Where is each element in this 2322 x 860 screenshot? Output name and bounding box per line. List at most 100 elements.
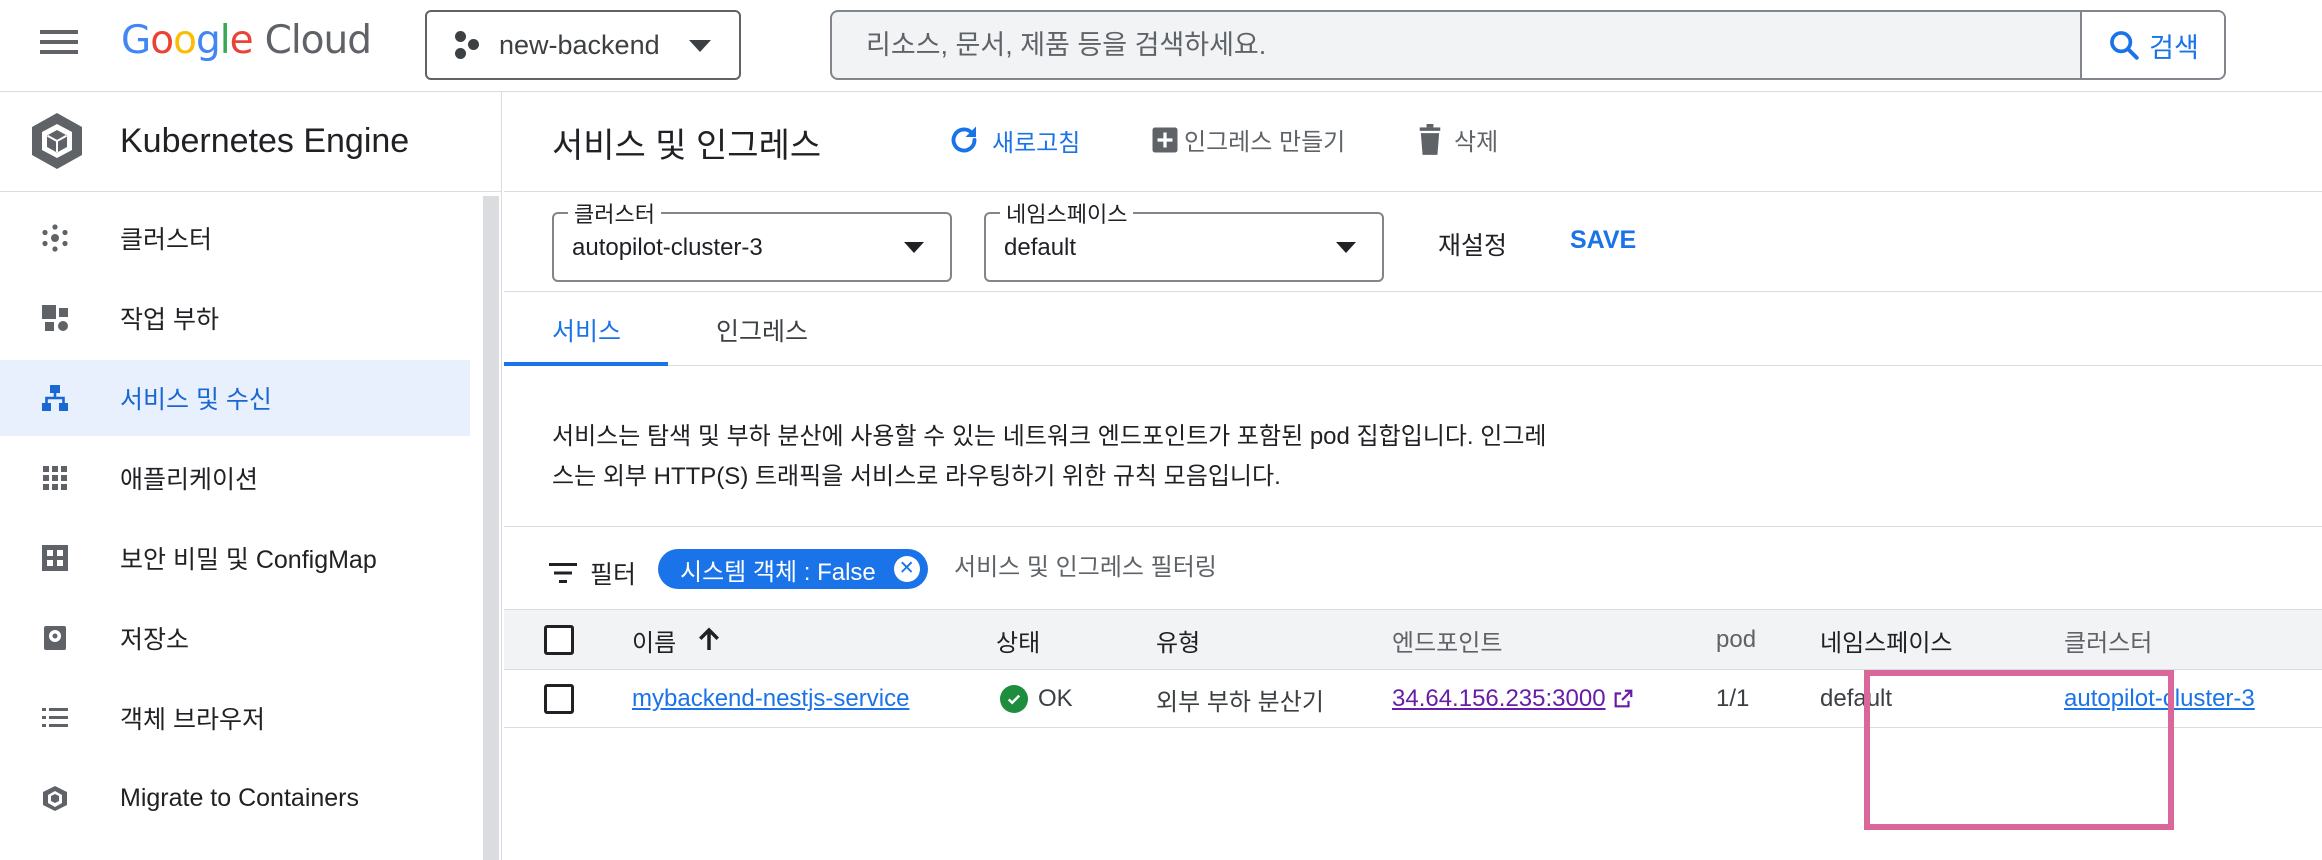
filter-button[interactable]: 필터 [548, 555, 636, 591]
sidebar-title: Kubernetes Engine [120, 122, 410, 160]
table-header: 이름 상태 유형 엔드포인트 pod 네임스페이스 클러스터 [504, 610, 2322, 670]
sidebar-item-label: 클러스터 [120, 226, 213, 254]
namespace-cell: default [1820, 685, 1893, 712]
sidebar-header: Kubernetes Engine [0, 92, 502, 192]
sidebar-item-secrets-configmaps[interactable]: 보안 비밀 및 ConfigMap [0, 520, 470, 596]
sidebar: Kubernetes Engine 클러스터 작업 부하 서비스 및 수신 애플… [0, 92, 502, 860]
reset-button[interactable]: 재설정 [1438, 226, 1507, 262]
column-header-label: 이름 [632, 629, 677, 657]
column-header-cluster: 클러스터 [2064, 629, 2153, 657]
page-header: 서비스 및 인그레스 새로고침 인그레스 만들기 삭제 [504, 92, 2322, 192]
chevron-down-icon [1336, 242, 1356, 253]
cluster-link[interactable]: autopilot-cluster-3 [2064, 685, 2255, 713]
search-button-label: 검색 [2149, 32, 2199, 63]
create-ingress-button[interactable]: 인그레스 만들기 [1150, 122, 1345, 157]
cluster-select[interactable]: 클러스터 autopilot-cluster-3 [552, 197, 952, 282]
status-text: OK [1038, 685, 1073, 712]
search-input[interactable] [832, 12, 2082, 78]
pods-cell: 1/1 [1716, 685, 1750, 712]
tab-bar: 서비스 인그레스 [504, 292, 2322, 366]
arrow-up-icon [699, 627, 720, 650]
filter-icon [549, 563, 577, 583]
row-checkbox[interactable] [544, 684, 574, 714]
column-header-status: 상태 [996, 629, 1041, 657]
sidebar-item-object-browser[interactable]: 객체 브라우저 [0, 680, 470, 756]
storage-icon [44, 626, 66, 650]
search-bar: 검색 [830, 10, 2226, 80]
delete-button[interactable]: 삭제 [1416, 122, 1498, 157]
row-select-cell [544, 670, 574, 728]
trash-icon [1419, 123, 1441, 155]
cluster-select-value: autopilot-cluster-3 [572, 234, 763, 261]
endpoint-text: 34.64.156.235:3000 [1392, 685, 1606, 712]
sidebar-item-storage[interactable]: 저장소 [0, 600, 470, 676]
service-name-link[interactable]: mybackend-nestjs-service [632, 685, 909, 713]
namespace-select-value: default [1004, 234, 1077, 261]
select-all-checkbox[interactable] [544, 625, 574, 655]
column-header-namespace: 네임스페이스 [1820, 629, 1953, 657]
search-button[interactable]: 검색 [2080, 12, 2224, 78]
delete-label: 삭제 [1454, 129, 1499, 156]
tab-ingress[interactable]: 인그레스 [716, 292, 846, 366]
project-picker[interactable]: new-backend [425, 10, 741, 80]
column-header-endpoint: 엔드포인트 [1392, 629, 1503, 657]
tab-services[interactable]: 서비스 [504, 292, 668, 366]
endpoint-link[interactable]: 34.64.156.235:3000 [1392, 685, 1634, 713]
top-bar: GoogleCloud new-backend 검색 [0, 0, 2322, 92]
description-line: 스는 외부 HTTP(S) 트래픽을 서비스로 라우팅하기 위한 규칙 모음입니… [552, 463, 1281, 490]
sidebar-item-label: 작업 부하 [120, 306, 219, 334]
filter-input[interactable] [954, 545, 1654, 591]
endpoint-cell: 34.64.156.235:3000 [1392, 670, 1634, 728]
services-icon [42, 385, 68, 411]
object-browser-icon [42, 708, 68, 727]
sidebar-item-services[interactable]: 서비스 및 수신 [0, 360, 470, 436]
chevron-down-icon [904, 242, 924, 253]
column-header-type: 유형 [1156, 629, 1201, 657]
sidebar-item-clusters[interactable]: 클러스터 [0, 200, 470, 276]
status-cell: OK [1000, 670, 1073, 728]
sidebar-item-label: 객체 브라우저 [120, 706, 265, 734]
filter-bar: 필터 시스템 객체 : False ✕ [504, 526, 2322, 610]
check-circle-icon [1000, 685, 1028, 713]
sidebar-item-label: 애플리케이션 [120, 466, 259, 494]
service-name-cell: mybackend-nestjs-service [632, 670, 909, 728]
chevron-down-icon [689, 40, 711, 52]
filter-chip[interactable]: 시스템 객체 : False ✕ [658, 549, 928, 589]
refresh-button[interactable]: 새로고침 [946, 122, 1080, 158]
namespace-select-legend: 네임스페이스 [1000, 197, 1134, 229]
external-link-icon [1614, 689, 1632, 708]
table-row: mybackend-nestjs-service OK 외부 부하 분산기 34… [504, 670, 2322, 728]
namespace-select[interactable]: 네임스페이스 default [984, 197, 1384, 282]
sidebar-item-workloads[interactable]: 작업 부하 [0, 280, 470, 356]
migrate-icon [43, 786, 67, 811]
cluster-cell: autopilot-cluster-3 [2064, 670, 2255, 728]
sidebar-item-migrate-to-containers[interactable]: Migrate to Containers [0, 760, 470, 836]
description-line: 서비스는 탐색 및 부하 분산에 사용할 수 있는 네트워크 엔드포인트가 포함… [552, 423, 1547, 450]
search-icon [2110, 31, 2139, 60]
sidebar-item-label: Migrate to Containers [120, 783, 360, 812]
sidebar-item-label: 보안 비밀 및 ConfigMap [120, 546, 377, 574]
add-box-icon [1152, 127, 1178, 152]
type-cell: 외부 부하 분산기 [1156, 688, 1324, 716]
refresh-icon [951, 126, 977, 153]
hamburger-menu-icon[interactable] [36, 24, 84, 66]
cluster-icon [42, 224, 68, 252]
sidebar-scrollbar[interactable] [483, 196, 499, 860]
select-all-cell [544, 610, 574, 670]
create-ingress-label: 인그레스 만들기 [1184, 129, 1346, 156]
close-icon[interactable]: ✕ [893, 556, 920, 582]
filter-label: 필터 [590, 561, 637, 589]
sidebar-item-applications[interactable]: 애플리케이션 [0, 440, 470, 516]
column-header-name[interactable]: 이름 [632, 610, 724, 670]
apps-grid-icon [43, 466, 67, 490]
kubernetes-engine-icon [32, 113, 82, 169]
page-title: 서비스 및 인그레스 [552, 127, 822, 165]
secrets-icon [42, 545, 68, 571]
workloads-icon [42, 305, 68, 331]
main-content: 서비스 및 인그레스 새로고침 인그레스 만들기 삭제 클러스터 autopil… [504, 92, 2322, 860]
project-name: new-backend [499, 29, 660, 60]
refresh-label: 새로고침 [992, 129, 1081, 157]
sidebar-item-label: 저장소 [120, 626, 190, 654]
google-cloud-logo[interactable]: Google Cloud [121, 18, 372, 63]
save-button[interactable]: SAVE [1570, 226, 1636, 255]
